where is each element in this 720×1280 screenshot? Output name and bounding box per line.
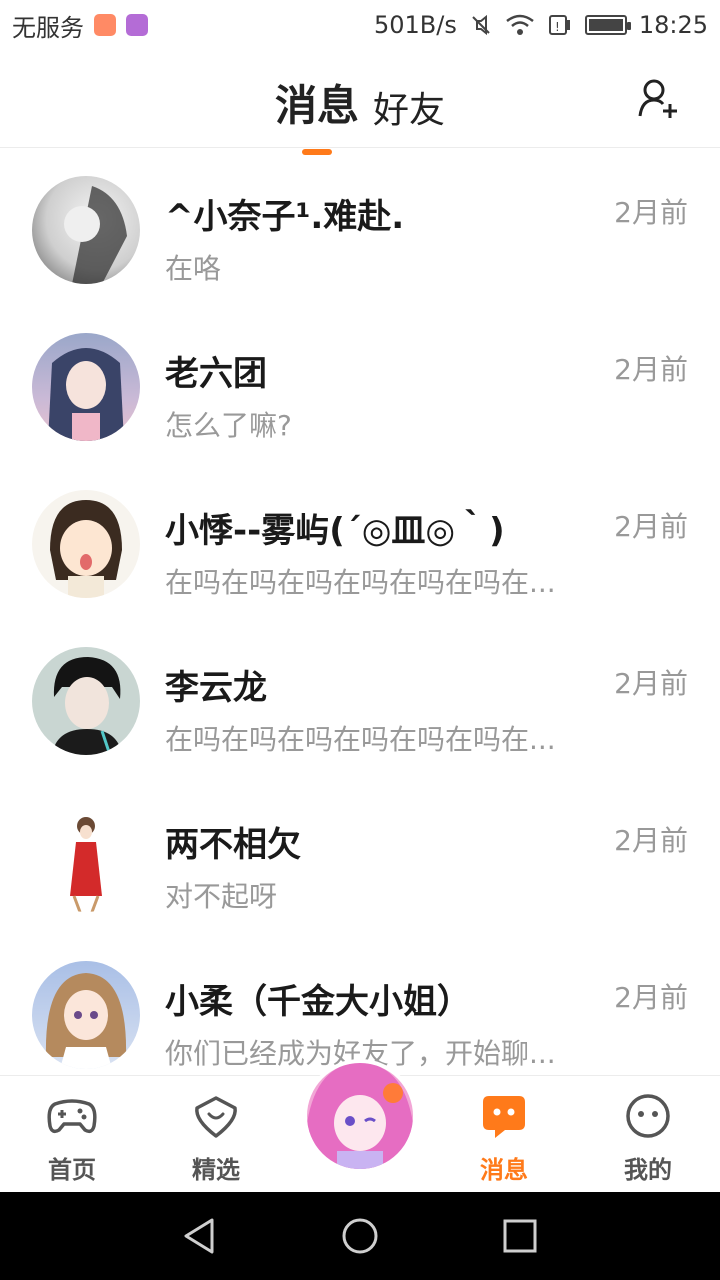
tab-messages[interactable]: 消息 [274, 72, 359, 155]
tab-friends-label: 好友 [373, 90, 446, 131]
message-preview: 在吗在吗在吗在吗在吗在吗在... [165, 566, 556, 599]
gamepad-icon [47, 1099, 97, 1134]
center-avatar-button[interactable] [303, 1059, 417, 1173]
contact-name: 小悸--雾屿(´◎皿◎｀) [165, 511, 505, 551]
nav-messages-label: 消息 [480, 1156, 528, 1184]
battery-icon [584, 15, 631, 35]
avatar-4-art [52, 657, 122, 755]
nav-featured-label: 精选 [192, 1156, 240, 1184]
avatar [32, 176, 140, 284]
message-time: 2月前 [614, 667, 688, 700]
chat-icon [483, 1096, 525, 1138]
mute-icon [472, 14, 490, 36]
carrier-text: 无服务 [12, 13, 84, 42]
avatar-1-art [64, 186, 127, 284]
nav-featured[interactable]: 精选 [161, 1092, 271, 1185]
contact-name: ^小奈子¹.难赴. [165, 197, 405, 237]
contact-name: 两不相欠 [165, 825, 301, 865]
avatar [32, 961, 140, 1069]
avatar [32, 490, 140, 598]
message-preview: 在吗在吗在吗在吗在吗在吗在... [165, 723, 556, 756]
avatar [32, 333, 140, 441]
avatar [32, 647, 140, 755]
nav-profile[interactable]: 我的 [593, 1092, 703, 1185]
avatar-5-art [70, 817, 102, 912]
avatar [32, 804, 140, 912]
message-preview: 怎么了嘛? [165, 409, 292, 442]
mail-icon [94, 14, 116, 36]
nav-home-label: 首页 [48, 1156, 96, 1184]
smile-icon [626, 1094, 670, 1138]
nav-profile-label: 我的 [624, 1156, 672, 1184]
clock: 18:25 [638, 11, 708, 39]
sim-icon: ! [548, 15, 570, 35]
conversation-row[interactable]: 两不相欠 对不起呀 2月前 [0, 777, 720, 934]
nav-messages[interactable]: 消息 [449, 1092, 559, 1185]
home-icon[interactable] [340, 1216, 380, 1256]
system-nav-bar [0, 1192, 720, 1280]
conversation-row[interactable]: 小悸--雾屿(´◎皿◎｀) 在吗在吗在吗在吗在吗在吗在... 2月前 [0, 463, 720, 620]
recents-icon[interactable] [500, 1216, 540, 1256]
status-bar: 无服务 501B/s ! 18:25 [0, 0, 720, 50]
heart-badge-icon [195, 1096, 237, 1138]
contact-name: 小柔（千金大小姐） [165, 982, 471, 1022]
back-icon[interactable] [180, 1216, 220, 1256]
center-avatar-art [307, 1063, 413, 1169]
message-preview: 在咯 [165, 252, 222, 285]
message-time: 2月前 [614, 510, 688, 543]
message-time: 2月前 [614, 196, 688, 229]
svg-text:!: ! [555, 20, 560, 34]
bottom-nav: 首页 精选 消息 我的 [0, 1059, 720, 1192]
contact-name: 李云龙 [165, 668, 267, 708]
conversation-row[interactable]: 小柔（千金大小姐） 你们已经成为好友了，开始聊... 2月前 [0, 934, 720, 1075]
message-preview: 对不起呀 [165, 880, 278, 913]
avatar-2-art [48, 348, 124, 441]
avatar-3-art [50, 500, 122, 598]
avatar-6-art [45, 973, 127, 1069]
wifi-icon [506, 14, 534, 35]
message-time: 2月前 [614, 981, 688, 1014]
tab-bar: 消息 好友 [0, 72, 720, 155]
message-time: 2月前 [614, 353, 688, 386]
add-user-icon[interactable] [636, 76, 680, 120]
tab-messages-label: 消息 [274, 81, 359, 130]
conversation-list: ^小奈子¹.难赴. 在咯 2月前 老六团 怎么了嘛? 2月前 小悸--雾屿(´◎… [0, 149, 720, 1075]
network-speed: 501B/s [373, 11, 457, 39]
conversation-row[interactable]: 李云龙 在吗在吗在吗在吗在吗在吗在... 2月前 [0, 620, 720, 777]
message-time: 2月前 [614, 824, 688, 857]
battery-level [588, 19, 623, 31]
conversation-row[interactable]: ^小奈子¹.难赴. 在咯 2月前 [0, 149, 720, 306]
nav-home[interactable]: 首页 [17, 1092, 127, 1185]
gallery-icon [126, 14, 148, 36]
conversation-row[interactable]: 老六团 怎么了嘛? 2月前 [0, 306, 720, 463]
contact-name: 老六团 [165, 354, 267, 394]
tab-friends[interactable]: 好友 [373, 81, 445, 133]
top-header: 消息 好友 [0, 50, 720, 155]
